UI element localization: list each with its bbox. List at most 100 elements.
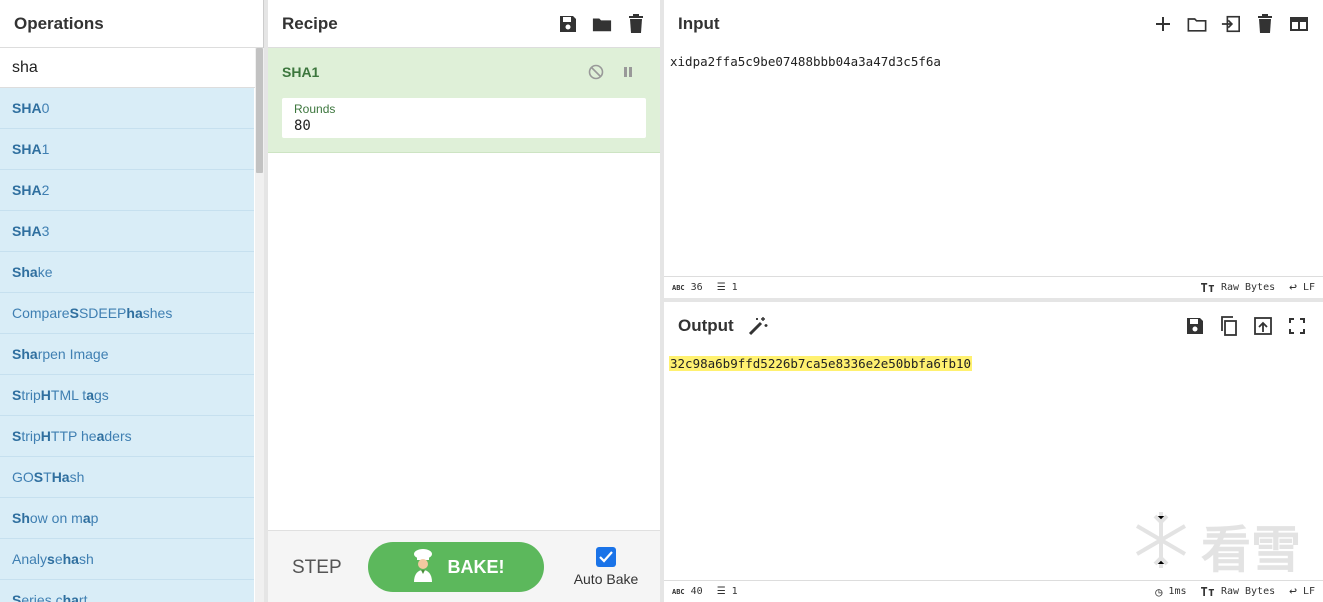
operation-list-item[interactable]: SHA 1 (0, 129, 254, 170)
pause-breakpoint-icon[interactable] (618, 62, 638, 82)
output-pane: Output 32c98a6b9ffd5226b7ca5e8336e2e50bb… (664, 302, 1323, 602)
operation-list-item[interactable]: Series c ha rt (0, 580, 254, 602)
operation-match-text: SHA (12, 100, 42, 116)
autobake-toggle[interactable]: Auto Bake (573, 547, 639, 587)
operation-text: ke (37, 264, 53, 280)
operation-match-text: Sha (12, 264, 38, 280)
operation-list-item[interactable]: Sh ow on map (0, 498, 254, 539)
input-header: Input (664, 0, 1323, 48)
input-length: 36 (690, 282, 703, 293)
snowflake-watermark-icon (1129, 508, 1193, 584)
operations-list: SHA 0 SHA 1 SHA 2 SHA 3 Sha ke Compare S SDEEP ha sh… (0, 88, 254, 602)
operation-text: sh (78, 551, 94, 567)
input-textarea[interactable]: xidpa2ffa5c9be07488bbb04a3a47d3c5f6a (670, 54, 941, 69)
operation-match-text: a (82, 510, 91, 526)
recipe-header: Recipe (268, 0, 660, 48)
output-text[interactable]: 32c98a6b9ffd5226b7ca5e8336e2e50bbfa6fb10 (669, 356, 973, 371)
operation-text: 2 (41, 182, 50, 198)
output-title: Output (678, 316, 734, 335)
operation-text: gs (93, 387, 109, 403)
recipe-operation-sha1[interactable]: SHA1 Rounds 80 (268, 48, 660, 153)
operation-list-item[interactable]: Strip H TML t a gs (0, 375, 254, 416)
operation-text: SDEEP (78, 305, 127, 321)
operation-list-item[interactable]: Sha rpen Image (0, 334, 254, 375)
operation-list-item[interactable]: SHA 0 (0, 88, 254, 129)
operation-list-item[interactable]: Compare S SDEEP ha shes (0, 293, 254, 334)
operation-text: T (43, 469, 52, 485)
lines-icon: ☰ (716, 282, 726, 293)
open-folder-import-icon[interactable] (1221, 14, 1241, 34)
eol-arrow-icon: ↩ (1289, 280, 1297, 295)
rounds-argument-field[interactable]: Rounds 80 (282, 98, 646, 138)
operations-search-input[interactable]: sha (0, 48, 263, 88)
operation-text: shes (142, 305, 173, 321)
operation-text: GO (12, 469, 34, 485)
save-recipe-icon[interactable] (558, 14, 578, 34)
recipe-controls: STEP BAKE! Auto Bake (268, 530, 660, 602)
output-encoding[interactable]: Tт Raw Bytes (1200, 585, 1275, 599)
copy-output-icon[interactable] (1219, 316, 1239, 336)
operation-list-item[interactable]: SHA 3 (0, 211, 254, 252)
text-encoding-icon: Tт (1200, 280, 1215, 295)
operation-text: sh (69, 469, 85, 485)
autobake-checkbox[interactable] (596, 547, 616, 567)
length-abc-icon: ABC (672, 587, 685, 596)
input-pane: Input xidpa2ffa5c9be07488bbb04a3a47d3c5f… (664, 0, 1323, 298)
maximise-output-icon[interactable] (1287, 316, 1307, 336)
input-title: Input (678, 14, 720, 33)
watermark: 看雪 (1129, 508, 1301, 584)
load-recipe-folder-icon[interactable] (592, 14, 612, 34)
autobake-label: Auto Bake (573, 571, 639, 587)
operation-match-text: a (86, 387, 94, 403)
operation-text: ders (104, 428, 132, 444)
operation-list-item[interactable]: Strip H TTP he a ders (0, 416, 254, 457)
input-lines: 1 (731, 282, 738, 293)
operation-match-text: S (69, 305, 79, 321)
reset-layout-icon[interactable] (1289, 14, 1309, 34)
operations-scrollbar-thumb[interactable] (256, 48, 263, 173)
replace-input-icon[interactable] (1253, 316, 1273, 336)
operation-list-item[interactable]: Sha ke (0, 252, 254, 293)
clock-icon: ◷ (1155, 584, 1163, 599)
operation-text: 1 (41, 141, 50, 157)
operation-list-item[interactable]: SHA 2 (0, 170, 254, 211)
operation-match-text: H (40, 387, 51, 403)
add-tab-plus-icon[interactable] (1153, 14, 1173, 34)
operation-text: TTP he (50, 428, 97, 444)
input-encoding[interactable]: Tт Raw Bytes (1200, 281, 1275, 295)
save-output-icon[interactable] (1185, 316, 1205, 336)
bake-time: 1ms (1168, 586, 1187, 597)
step-button[interactable]: STEP (292, 557, 342, 579)
operation-match-text: Sh (12, 510, 30, 526)
operations-scrollbar[interactable] (255, 48, 264, 602)
operations-title: Operations (0, 0, 263, 48)
length-abc-icon: ABC (672, 283, 685, 292)
open-file-folder-icon[interactable] (1187, 14, 1207, 34)
rounds-value[interactable]: 80 (294, 118, 311, 134)
operation-list-item[interactable]: Analy s e ha sh (0, 539, 254, 580)
magic-wand-icon[interactable] (748, 316, 768, 336)
operation-match-text: Ha (51, 469, 70, 485)
io-panel: Input xidpa2ffa5c9be07488bbb04a3a47d3c5f… (664, 0, 1323, 602)
input-eol[interactable]: ↩ LF (1289, 280, 1315, 295)
cyberchef-app: Operations sha SHA 0 SHA 1 SHA 2 SHA 3 Sha ke Comp… (0, 0, 1323, 602)
operation-match-text: ha (62, 551, 79, 567)
operation-match-text: S (12, 592, 22, 602)
operation-text: ow on m (29, 510, 83, 526)
operation-list-item[interactable]: GO S T Ha sh (0, 457, 254, 498)
clear-recipe-trash-icon[interactable] (626, 13, 646, 34)
bake-button[interactable]: BAKE! (368, 542, 544, 592)
output-eol[interactable]: ↩ LF (1289, 584, 1315, 599)
eol-arrow-icon: ↩ (1289, 584, 1297, 599)
operation-text: 3 (41, 223, 50, 239)
chef-icon (408, 548, 438, 587)
input-status-bar: ABC 36 ☰ 1 Tт Raw Bytes ↩ LF (664, 276, 1323, 298)
clear-input-trash-icon[interactable] (1255, 14, 1275, 34)
operation-text: eries c (21, 592, 63, 602)
operation-text: e (54, 551, 63, 567)
operation-text: 0 (41, 100, 50, 116)
output-status-bar: ABC 40 ☰ 1 ◷ 1ms Tт Raw Bytes ↩ LF (664, 580, 1323, 602)
output-length: 40 (690, 586, 703, 597)
operation-match-text: H (40, 428, 51, 444)
disable-operation-icon[interactable] (586, 62, 606, 82)
